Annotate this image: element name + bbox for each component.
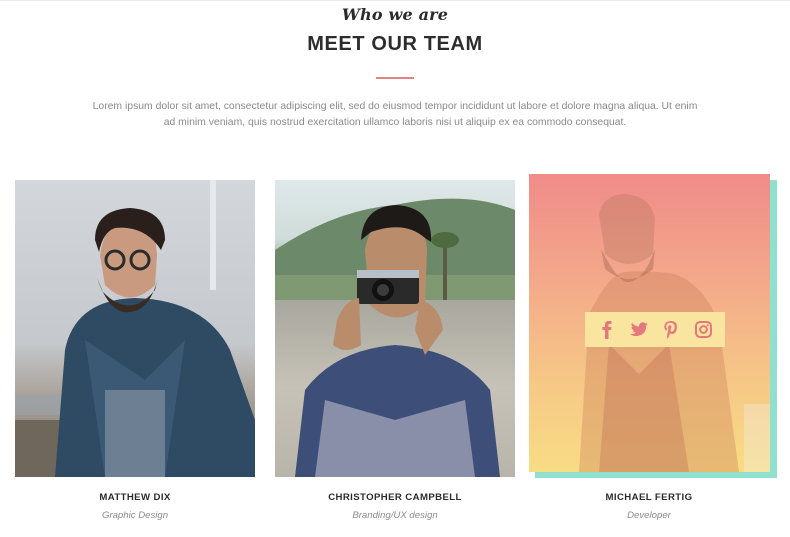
facebook-icon[interactable] (596, 319, 618, 341)
team-member-photo[interactable] (275, 180, 515, 477)
team-member-photo[interactable] (529, 174, 770, 472)
team-member-name: CHRISTOPHER CAMPBELL (328, 492, 462, 503)
twitter-icon[interactable] (628, 319, 650, 341)
instagram-icon[interactable] (692, 319, 714, 341)
section-kicker: Who we are (341, 5, 449, 24)
top-rule (0, 0, 790, 1)
team-member-role: Graphic Design (101, 510, 169, 521)
section-title: MEET OUR TEAM (307, 33, 483, 55)
team-card-matthew[interactable]: MATTHEW DIX Graphic Design (15, 180, 255, 521)
team-member-role: Branding/UX design (352, 510, 438, 521)
social-links-bar (585, 312, 725, 347)
team-member-photo[interactable] (15, 180, 255, 477)
team-member-role: Developer (627, 510, 671, 521)
section-intro: Lorem ipsum dolor sit amet, consectetur … (92, 101, 698, 128)
title-divider (376, 77, 414, 79)
team-card-michael[interactable]: MICHAEL FERTIG Developer (529, 174, 777, 521)
photo-illustration (275, 198, 515, 477)
team-member-name: MATTHEW DIX (99, 492, 171, 503)
team-card-christopher[interactable]: CHRISTOPHER CAMPBELL Branding/UX design (275, 180, 515, 521)
team-member-name: MICHAEL FERTIG (605, 492, 693, 503)
pinterest-icon[interactable] (660, 319, 682, 341)
photo-illustration (15, 180, 255, 477)
